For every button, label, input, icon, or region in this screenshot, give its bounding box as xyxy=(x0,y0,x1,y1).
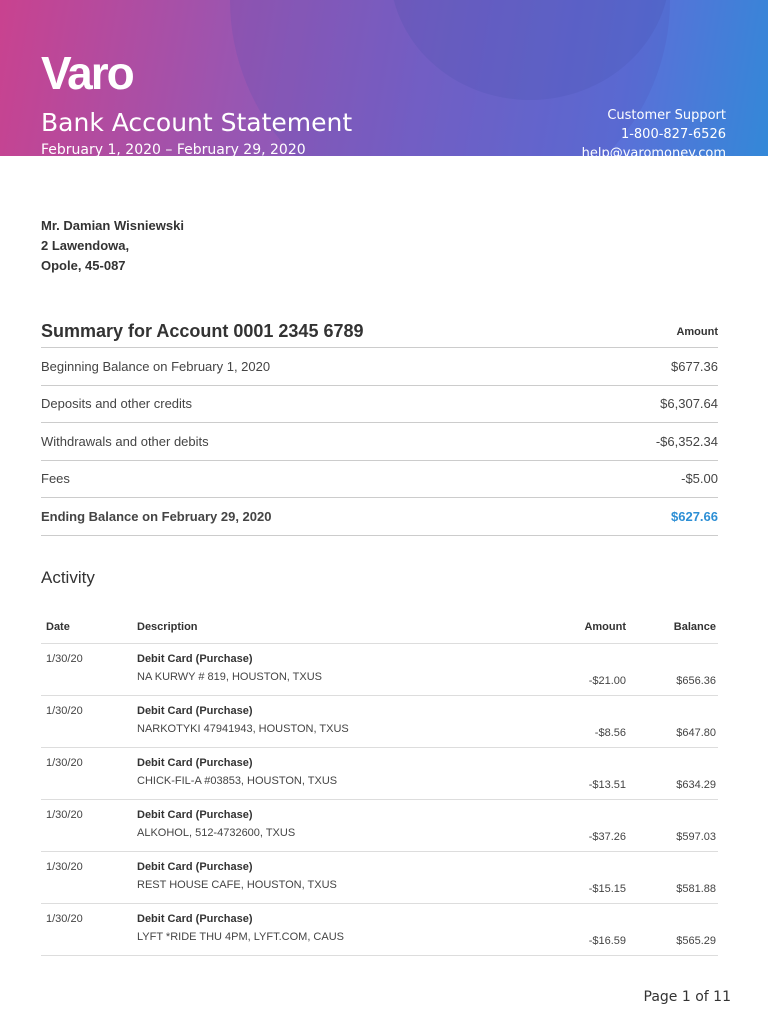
table-header: Date Description Amount Balance xyxy=(41,610,718,644)
customer-name: Mr. Damian Wisniewski xyxy=(41,218,184,233)
summary-label: Withdrawals and other debits xyxy=(41,433,209,449)
row-amount: -$8.56 xyxy=(594,727,626,739)
row-date: 1/30/20 xyxy=(46,653,83,665)
amount-header: Amount xyxy=(676,325,718,338)
statement-title: Bank Account Statement xyxy=(41,108,353,137)
row-amount: -$13.51 xyxy=(588,779,626,791)
summary-row: Withdrawals and other debits -$6,352.34 xyxy=(41,423,718,461)
summary-row: Beginning Balance on February 1, 2020 $67… xyxy=(41,348,718,386)
summary-row: Fees -$5.00 xyxy=(41,461,718,498)
table-row: 1/30/20 Debit Card (Purchase) CHICK-FIL-A… xyxy=(41,748,718,800)
table-row: 1/30/20 Debit Card (Purchase) LYFT *RIDE … xyxy=(41,904,718,956)
row-balance: $647.80 xyxy=(676,727,716,739)
ending-balance-row: Ending Balance on February 29, 2020 $627.… xyxy=(41,498,718,536)
summary-value: -$6,352.34 xyxy=(655,433,718,449)
page-number: Page 1 of 11 xyxy=(643,989,731,1005)
row-merchant: CHICK-FIL-A #03853, HOUSTON, TXUS xyxy=(137,775,338,787)
row-balance: $597.03 xyxy=(676,831,716,843)
address-line-1: 2 Lawendowa, xyxy=(41,238,130,253)
activity-table: Date Description Amount Balance 1/30/20 … xyxy=(41,610,718,956)
customer-address: Mr. Damian Wisniewski 2 Lawendowa, Opole… xyxy=(41,216,184,276)
header-description: Description xyxy=(137,620,198,633)
summary-title: Summary for Account 0001 2345 6789 xyxy=(41,321,364,341)
row-merchant: REST HOUSE CAFE, HOUSTON, TXUS xyxy=(137,879,337,891)
header-amount: Amount xyxy=(584,620,626,633)
summary-label: Ending Balance on February 29, 2020 xyxy=(41,508,272,524)
row-type: Debit Card (Purchase) xyxy=(137,913,253,925)
summary-label: Beginning Balance on February 1, 2020 xyxy=(41,358,271,374)
row-balance: $656.36 xyxy=(676,675,716,687)
summary-value: $677.36 xyxy=(671,358,718,374)
row-balance: $565.29 xyxy=(676,935,716,947)
table-row: 1/30/20 Debit Card (Purchase) NARKOTYKI 4… xyxy=(41,696,718,748)
row-amount: -$21.00 xyxy=(588,675,626,687)
customer-support: Customer Support 1-800-827-6526 help@var… xyxy=(582,106,726,156)
row-type: Debit Card (Purchase) xyxy=(137,653,253,665)
summary-label: Fees xyxy=(41,471,70,487)
statement-header: Varo Bank Account Statement February 1, … xyxy=(0,0,768,156)
row-date: 1/30/20 xyxy=(46,757,83,769)
row-merchant: NARKOTYKI 47941943, HOUSTON, TXUS xyxy=(137,723,349,735)
support-email[interactable]: help@varomoney.com xyxy=(582,144,726,156)
row-date: 1/30/20 xyxy=(46,705,83,717)
summary-value: -$5.00 xyxy=(681,471,718,487)
row-amount: -$16.59 xyxy=(588,935,626,947)
header-balance: Balance xyxy=(673,620,716,633)
row-type: Debit Card (Purchase) xyxy=(137,861,253,873)
table-row: 1/30/20 Debit Card (Purchase) REST HOUSE … xyxy=(41,852,718,904)
activity-title: Activity xyxy=(41,568,95,587)
row-type: Debit Card (Purchase) xyxy=(137,705,253,717)
row-type: Debit Card (Purchase) xyxy=(137,809,253,821)
support-phone[interactable]: 1-800-827-6526 xyxy=(582,125,726,144)
summary-value: $627.66 xyxy=(671,508,718,524)
varo-logo: Varo xyxy=(41,47,135,99)
address-line-2: Opole, 45-087 xyxy=(41,258,126,273)
account-summary: Summary for Account 0001 2345 6789 Amount… xyxy=(41,316,718,536)
row-amount: -$15.15 xyxy=(588,883,626,895)
table-row: 1/30/20 Debit Card (Purchase) NA KURWY # … xyxy=(41,644,718,696)
header-date: Date xyxy=(46,620,70,633)
summary-row: Deposits and other credits $6,307.64 xyxy=(41,386,718,423)
row-date: 1/30/20 xyxy=(46,861,83,873)
row-merchant: NA KURWY # 819, HOUSTON, TXUS xyxy=(137,671,323,683)
summary-label: Deposits and other credits xyxy=(41,396,193,412)
row-balance: $581.88 xyxy=(676,883,716,895)
statement-period: February 1, 2020 – February 29, 2020 xyxy=(41,142,306,156)
row-date: 1/30/20 xyxy=(46,913,83,925)
support-label: Customer Support xyxy=(607,108,726,123)
summary-value: $6,307.64 xyxy=(660,396,718,412)
row-date: 1/30/20 xyxy=(46,809,83,821)
row-merchant: LYFT *RIDE THU 4PM, LYFT.COM, CAUS xyxy=(137,931,344,943)
table-row: 1/30/20 Debit Card (Purchase) ALKOHOL, 51… xyxy=(41,800,718,852)
row-amount: -$37.26 xyxy=(588,831,626,843)
row-type: Debit Card (Purchase) xyxy=(137,757,253,769)
row-merchant: ALKOHOL, 512-4732600, TXUS xyxy=(137,827,296,839)
row-balance: $634.29 xyxy=(676,779,716,791)
